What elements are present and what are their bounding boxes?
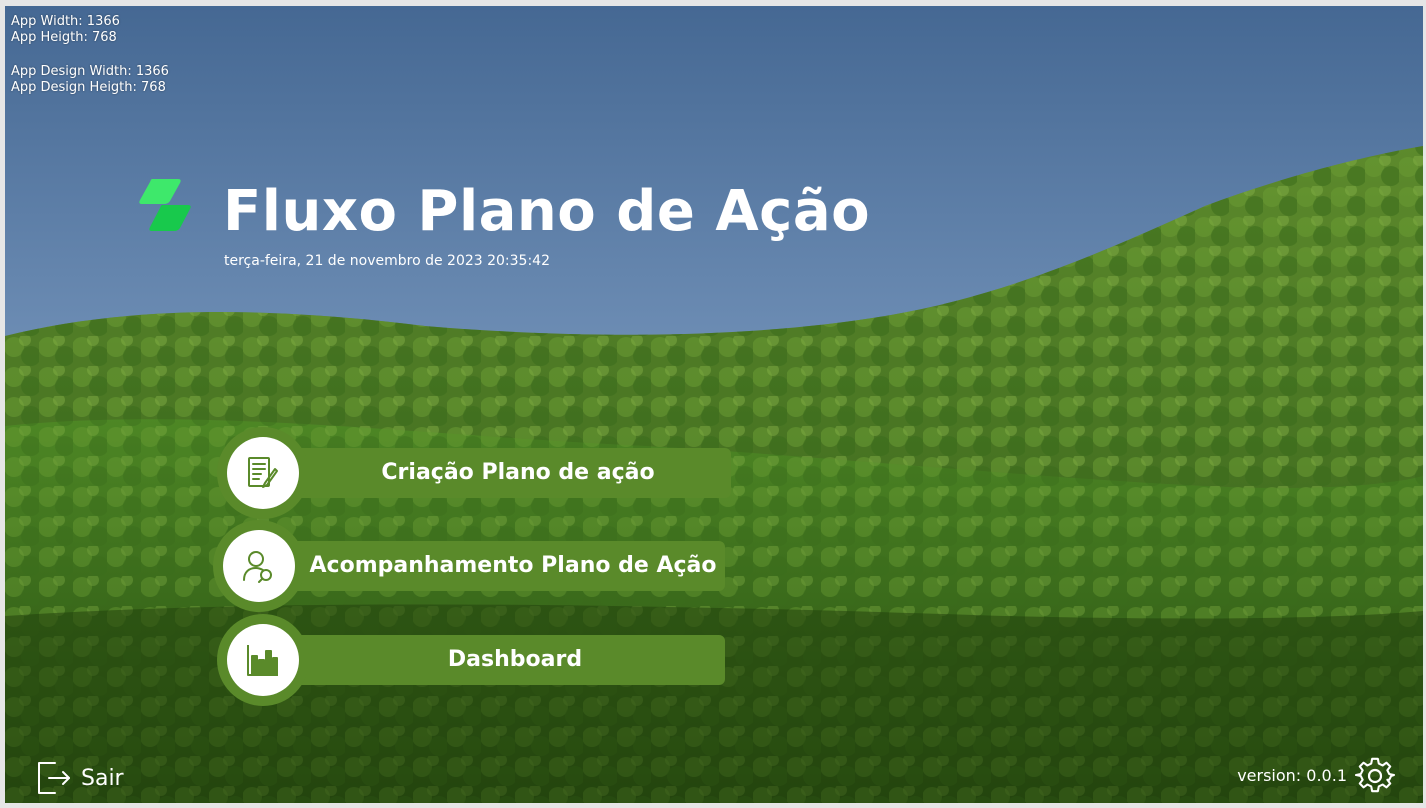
exit-icon	[38, 762, 70, 794]
dashboard-icon-circle	[217, 614, 309, 706]
gear-icon[interactable]	[1355, 756, 1395, 796]
app-height-text: App Heigth: 768	[11, 30, 117, 45]
app-size-debug-info: App Width: 1366 App Heigth: 768 App Desi…	[11, 14, 169, 96]
create-action-plan-icon-circle	[217, 427, 309, 519]
app-version: version: 0.0.1	[1237, 766, 1347, 785]
dashboard-label: Dashboard	[447, 647, 583, 672]
app-screen: App Width: 1366 App Heigth: 768 App Desi…	[5, 6, 1423, 803]
track-action-plan-button[interactable]: Acompanhamento Plano de Ação	[213, 520, 725, 612]
app-design-height-text: App Design Heigth: 768	[11, 80, 166, 95]
app-design-width-text: App Design Width: 1366	[11, 64, 169, 79]
track-action-plan-icon-circle	[213, 520, 305, 612]
dashboard-button[interactable]: Dashboard	[217, 614, 725, 706]
create-action-plan-button[interactable]: Criação Plano de ação	[217, 427, 731, 519]
app-logo-icon	[139, 179, 191, 231]
exit-label: Sair	[81, 765, 124, 791]
track-action-plan-label: Acompanhamento Plano de Ação	[309, 553, 717, 578]
create-action-plan-label: Criação Plano de ação	[381, 460, 655, 485]
current-datetime: terça-feira, 21 de novembro de 2023 20:3…	[224, 253, 550, 269]
user-search-icon	[243, 551, 272, 583]
page-title: Fluxo Plano de Ação	[223, 179, 871, 244]
app-width-text: App Width: 1366	[11, 14, 120, 29]
exit-button[interactable]: Sair	[35, 758, 124, 798]
bar-chart-icon	[247, 645, 278, 676]
document-edit-icon	[248, 457, 278, 488]
